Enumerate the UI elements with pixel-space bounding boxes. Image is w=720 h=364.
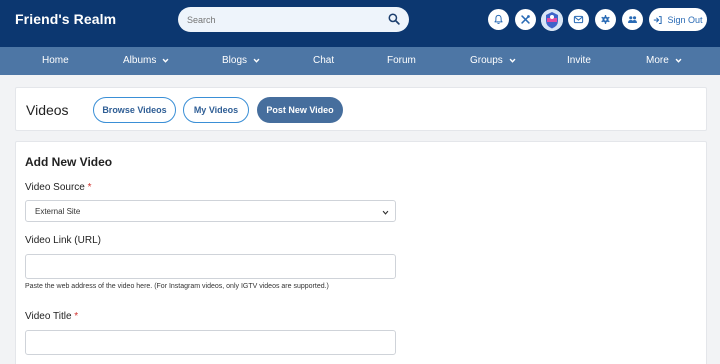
nav-item-label: Invite <box>567 55 591 66</box>
nav-item-groups[interactable]: Groups <box>470 47 516 75</box>
users-icon <box>628 16 637 23</box>
sign-out-label: Sign Out <box>667 14 703 25</box>
required-mark: * <box>87 182 92 193</box>
main-nav: Home Albums Blogs Chat Forum Groups Invi… <box>0 47 720 75</box>
chevron-down-icon <box>253 58 260 63</box>
settings-button[interactable] <box>595 9 616 30</box>
sign-out-icon <box>654 15 663 24</box>
nav-item-invite[interactable]: Invite <box>567 47 591 75</box>
nav-item-label: Chat <box>313 55 335 66</box>
page-title: Videos <box>26 102 69 118</box>
video-source-value: External Site <box>35 207 81 216</box>
user-avatar[interactable] <box>541 9 563 31</box>
form-title: Add New Video <box>25 155 113 169</box>
required-mark: * <box>74 311 79 322</box>
notifications-button[interactable] <box>488 9 509 30</box>
nav-item-label: Blogs <box>222 55 248 66</box>
chevron-down-icon <box>675 58 682 63</box>
my-videos-button[interactable]: My Videos <box>183 97 249 123</box>
search-icon[interactable] <box>388 13 400 25</box>
envelope-icon <box>573 15 584 24</box>
post-new-video-button[interactable]: Post New Video <box>257 97 343 123</box>
messages-button[interactable] <box>568 9 589 30</box>
nav-item-label: Groups <box>470 55 503 66</box>
video-source-label: Video Source * <box>25 182 92 193</box>
nav-item-more[interactable]: More <box>646 47 682 75</box>
video-link-label: Video Link (URL) <box>25 235 101 246</box>
nav-item-label: Home <box>42 55 69 66</box>
gear-icon <box>601 15 610 24</box>
nav-item-label: More <box>646 55 669 66</box>
video-link-input[interactable] <box>25 254 396 279</box>
video-link-hint: Paste the web address of the video here.… <box>25 283 329 290</box>
top-header: Friend's Realm Search Sign Out <box>0 0 720 47</box>
tools-button[interactable] <box>515 9 536 30</box>
tools-icon <box>521 15 530 24</box>
search-bar[interactable] <box>178 7 409 32</box>
video-source-select[interactable]: External Site <box>25 200 396 222</box>
video-title-input[interactable] <box>25 330 396 355</box>
nav-item-albums[interactable]: Albums <box>123 47 169 75</box>
nav-item-home[interactable]: Home <box>42 47 69 75</box>
add-video-form: Add New Video Video Source * External Si… <box>15 141 707 364</box>
videos-toolbar: Videos Browse Videos My Videos Post New … <box>15 87 707 131</box>
nav-item-forum[interactable]: Forum <box>387 47 416 75</box>
browse-videos-button[interactable]: Browse Videos <box>93 97 176 123</box>
nav-item-blogs[interactable]: Blogs <box>222 47 260 75</box>
bell-icon <box>494 14 503 24</box>
chevron-down-icon <box>509 58 516 63</box>
nav-item-label: Forum <box>387 55 416 66</box>
nav-item-chat[interactable]: Chat <box>313 47 334 75</box>
video-title-label-text: Video Title <box>25 311 72 322</box>
avatar-image <box>541 9 563 31</box>
chevron-down-icon <box>382 210 389 215</box>
site-brand[interactable]: Friend's Realm <box>15 11 116 27</box>
nav-item-label: Albums <box>123 55 157 66</box>
friends-button[interactable] <box>622 9 643 30</box>
search-input[interactable] <box>187 7 377 32</box>
sign-out-button[interactable]: Sign Out <box>649 8 707 31</box>
video-title-label: Video Title * <box>25 311 78 322</box>
video-source-label-text: Video Source <box>25 182 85 193</box>
chevron-down-icon <box>162 58 169 63</box>
